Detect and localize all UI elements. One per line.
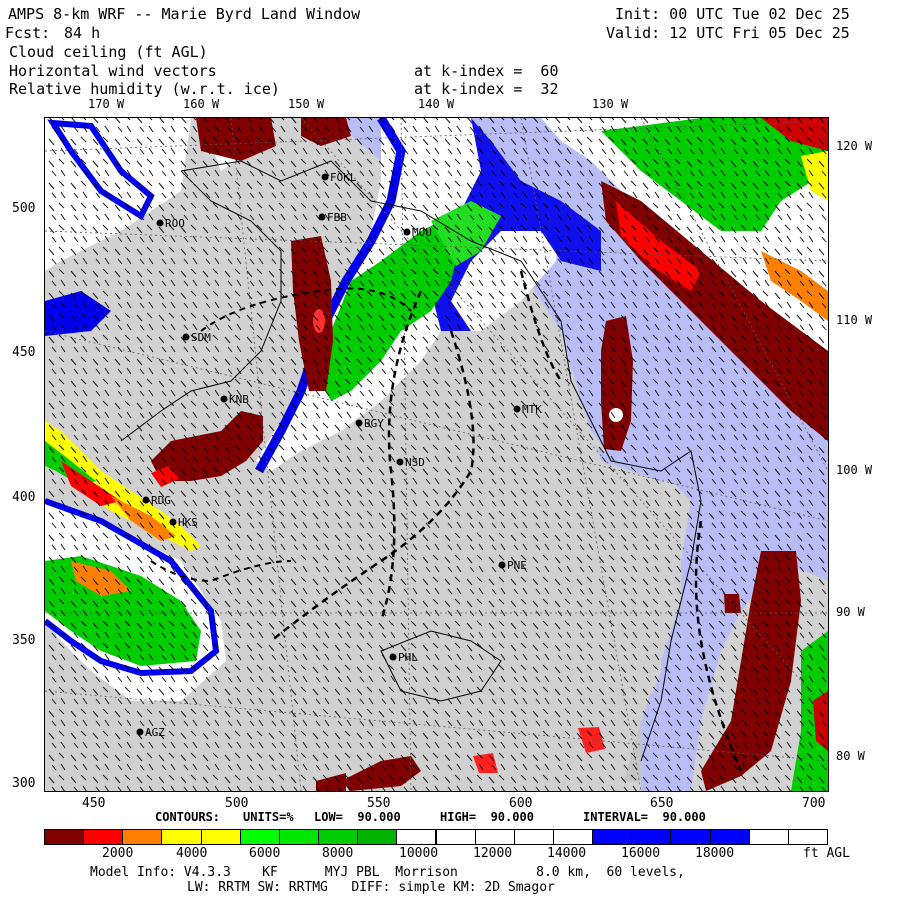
station-label-sdm: SDM <box>191 331 211 344</box>
longitude-label-top-1: 160 W <box>183 97 220 111</box>
colorbar-label-6: 14000 <box>547 846 587 861</box>
colorbar-swatch-14 <box>592 829 633 845</box>
longitude-label-top-0: 170 W <box>88 97 125 111</box>
station-dot-mou <box>403 228 411 236</box>
model-info: Model Info: V4.3.3 KF MYJ PBL Morrison 8… <box>90 865 685 880</box>
colorbar-swatch-15 <box>631 829 672 845</box>
colorbar-swatch-11 <box>474 829 515 845</box>
station-dot-roo <box>156 219 164 227</box>
station-label-nsd: NSD <box>405 456 425 469</box>
station-dot-fokl <box>321 173 329 181</box>
station-dot-bgy <box>355 419 363 427</box>
station-label-rdg: RDG <box>151 494 171 507</box>
init-time: Init: 00 UTC Tue 02 Dec 25 <box>615 5 850 23</box>
field-wind-level: at k-index = 60 <box>414 62 559 80</box>
station-label-bgy: BGY <box>364 417 384 430</box>
colorbar-swatch-2 <box>122 829 163 845</box>
colorbar-label-0: 2000 <box>102 846 134 861</box>
contour-interval: INTERVAL= 90.000 <box>583 810 706 824</box>
forecast-label: Fcst: <box>5 24 51 42</box>
longitude-label-top-4: 130 W <box>592 97 629 111</box>
colorbar-label-2: 6000 <box>249 846 281 861</box>
station-label-fokl: FOKL <box>330 171 357 184</box>
station-label-mtk: MTK <box>522 403 542 416</box>
contour-label: CONTOURS: <box>155 810 221 824</box>
colorbar-swatch-1 <box>83 829 124 845</box>
colorbar-swatch-5 <box>239 829 280 845</box>
station-dot-sdm <box>182 333 190 341</box>
station-dot-nsd <box>396 458 404 466</box>
station-dot-knb <box>220 395 228 403</box>
x-tick-label-2: 550 <box>367 796 391 811</box>
station-dot-mtk <box>513 405 521 413</box>
colorbar-swatch-10 <box>435 829 476 845</box>
colorbar-label-1: 4000 <box>176 846 208 861</box>
x-tick-label-3: 600 <box>509 796 533 811</box>
station-dot-fbb <box>318 213 326 221</box>
y-tick-label-1: 450 <box>12 345 36 360</box>
station-dot-rdg <box>142 496 150 504</box>
colorbar-label-7: 16000 <box>621 846 661 861</box>
field-cloud-ceiling: Cloud ceiling (ft AGL) <box>9 43 208 61</box>
contour-low: LOW= 90.000 <box>314 810 401 824</box>
map-title: AMPS 8-km WRF -- Marie Byrd Land Window <box>8 5 361 23</box>
y-tick-label-2: 400 <box>12 490 36 505</box>
colorbar-swatch-16 <box>670 829 711 845</box>
colorbar-label-4: 10000 <box>399 846 439 861</box>
station-dot-pne <box>498 561 506 569</box>
longitude-label-right-1: 110 W <box>836 313 873 327</box>
field-rh-level: at k-index = 32 <box>414 80 559 98</box>
map-canvas: FOKL FBB ROO MOU SDM KNB BGY MTK NSD RDG HKS PNE PHL… <box>45 118 828 791</box>
colorbar-label-3: 8000 <box>322 846 354 861</box>
longitude-label-right-0: 120 W <box>836 139 873 153</box>
colorbar-swatch-13 <box>552 829 594 845</box>
colorbar-swatch-17 <box>709 829 750 845</box>
contour-high: HIGH= 90.000 <box>440 810 534 824</box>
colorbar-swatch-9 <box>396 829 437 845</box>
y-tick-label-3: 350 <box>12 633 36 648</box>
field-relative-humidity: Relative humidity (w.r.t. ice) <box>9 80 280 98</box>
map-panel[interactable]: FOKL FBB ROO MOU SDM KNB BGY MTK NSD RDG HKS PNE PHL… <box>44 117 829 792</box>
station-label-phl: PHL <box>398 651 418 664</box>
station-label-pne: PNE <box>507 559 527 572</box>
longitude-label-right-3: 90 W <box>836 605 865 619</box>
station-label-fbb: FBB <box>327 211 347 224</box>
station-label-mou: MOU <box>412 226 432 239</box>
colorbar-swatch-19 <box>787 829 828 845</box>
station-dot-hks <box>169 518 177 526</box>
contour-units: UNITS=% <box>243 810 294 824</box>
colorbar-swatch-4 <box>200 829 241 845</box>
x-tick-label-5: 700 <box>802 796 826 811</box>
colorbar-unit: ft AGL <box>803 846 850 861</box>
station-dot-phl <box>389 653 397 661</box>
station-label-hks: HKS <box>178 516 198 529</box>
y-tick-label-0: 500 <box>12 201 36 216</box>
x-tick-label-0: 450 <box>82 796 106 811</box>
colorbar-swatch-6 <box>278 829 320 845</box>
colorbar-swatch-3 <box>161 829 202 845</box>
x-tick-label-4: 650 <box>650 796 674 811</box>
wind-vectors <box>45 118 828 791</box>
longitude-label-right-2: 100 W <box>836 463 873 477</box>
station-label-roo: ROO <box>165 217 185 230</box>
forecast-hours: 84 h <box>64 24 101 42</box>
station-label-agz: AGZ <box>145 726 165 739</box>
longitude-label-right-4: 80 W <box>836 749 865 763</box>
longitude-label-top-2: 150 W <box>288 97 325 111</box>
valid-time: Valid: 12 UTC Fri 05 Dec 25 <box>606 24 850 42</box>
physics-info: LW: RRTM SW: RRTMG DIFF: simple KM: 2D S… <box>187 880 555 895</box>
colorbar-label-8: 18000 <box>695 846 735 861</box>
station-label-knb: KNB <box>229 393 249 406</box>
colorbar-swatch-0 <box>44 829 85 845</box>
colorbar-swatch-7 <box>318 829 359 845</box>
colorbar-swatch-18 <box>748 829 789 845</box>
x-tick-label-1: 500 <box>225 796 249 811</box>
longitude-label-top-3: 140 W <box>418 97 455 111</box>
field-wind-vectors: Horizontal wind vectors <box>9 62 217 80</box>
y-tick-label-4: 300 <box>12 776 36 791</box>
colorbar-swatch-8 <box>357 829 398 845</box>
colorbar-label-5: 12000 <box>473 846 513 861</box>
station-dot-agz <box>136 728 144 736</box>
colorbar-swatch-12 <box>513 829 554 845</box>
